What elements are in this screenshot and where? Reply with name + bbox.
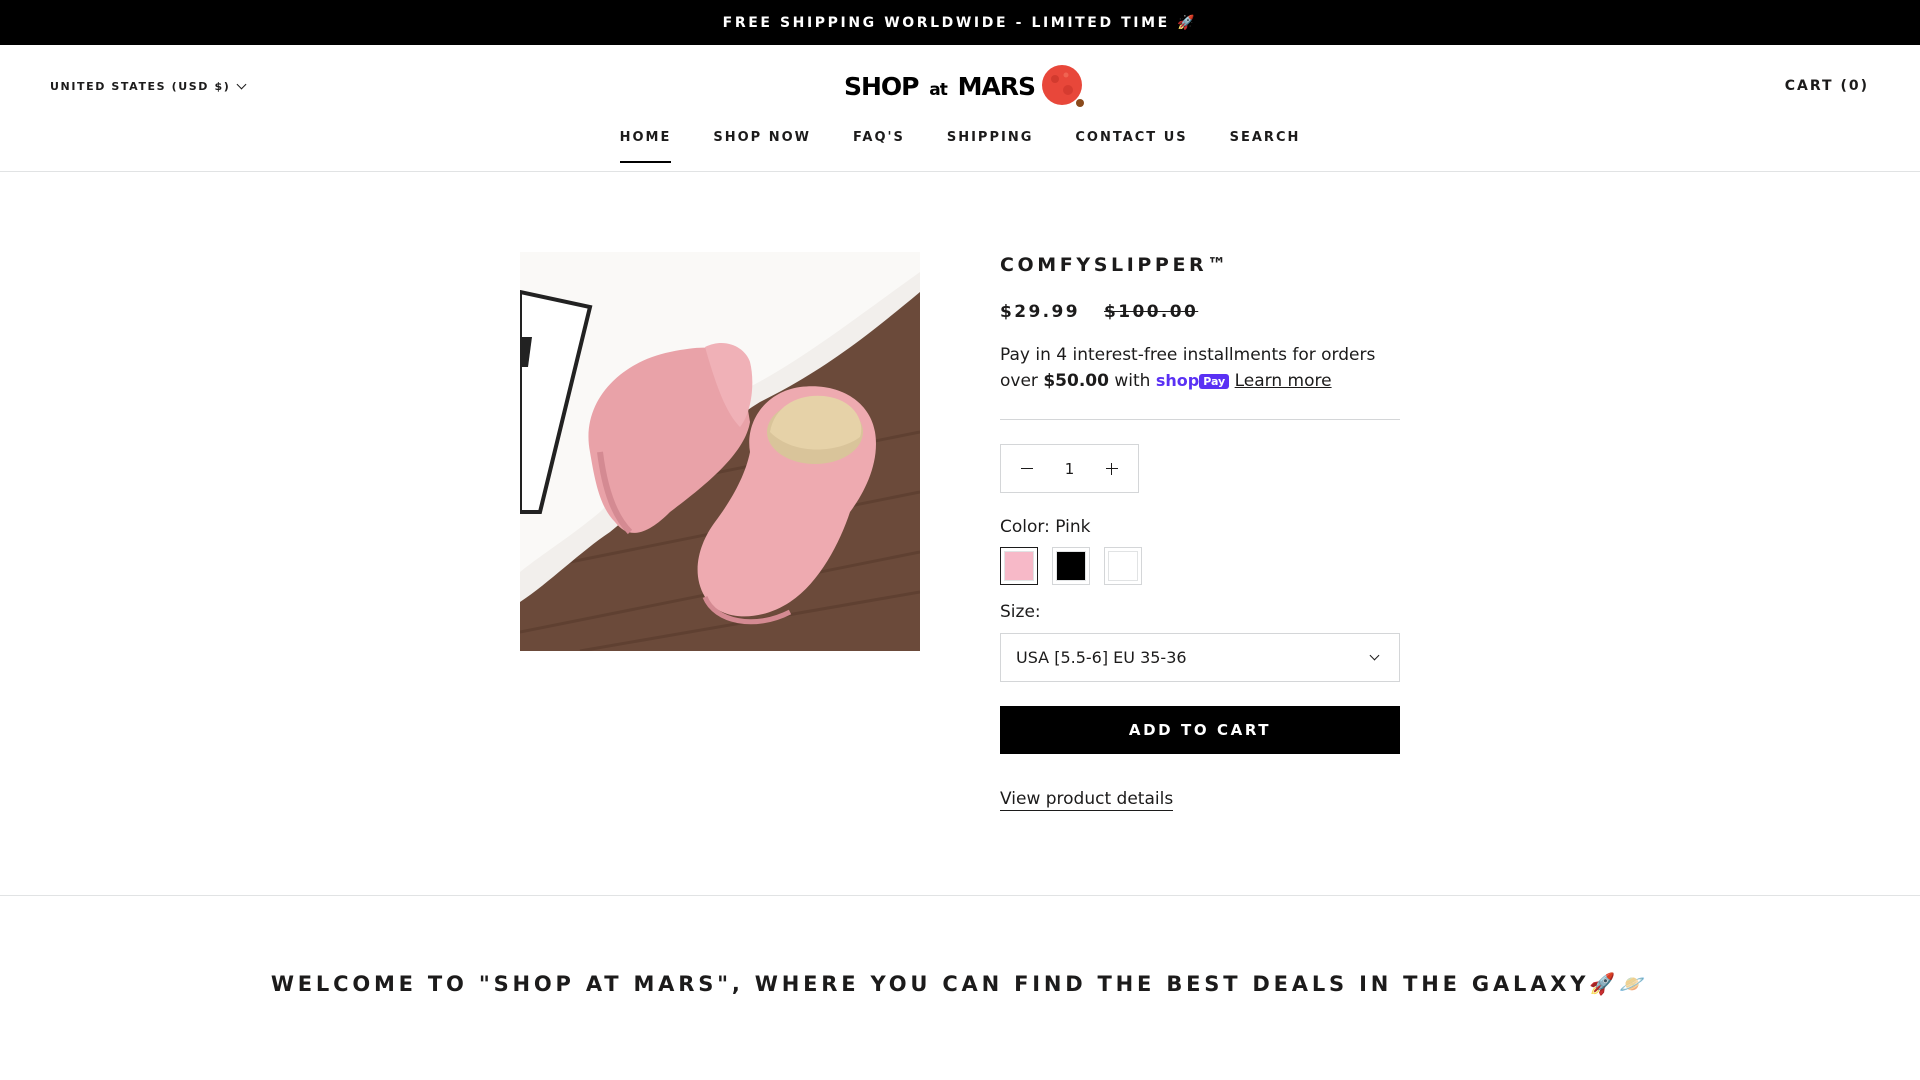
color-swatch-black[interactable] <box>1052 547 1090 585</box>
add-to-cart-button[interactable]: ADD TO CART <box>1000 706 1400 754</box>
cart-link[interactable]: CART (0) <box>1785 78 1869 94</box>
learn-more-link[interactable]: Learn more <box>1235 371 1332 391</box>
nav-item-faqs[interactable]: FAQ'S <box>832 130 926 161</box>
logo-wordmark: SHOP at MARS <box>844 71 1036 101</box>
country-label: UNITED STATES (USD $) <box>50 80 231 93</box>
size-selected-value: USA [5.5-6] EU 35-36 <box>1016 648 1187 667</box>
site-logo[interactable]: SHOP at MARS <box>844 62 1085 110</box>
site-header: UNITED STATES (USD $) SHOP at MARS CART … <box>0 45 1920 172</box>
nav-item-home[interactable]: HOME <box>599 130 693 163</box>
product-image[interactable] <box>520 252 920 651</box>
color-label: Color: Pink <box>1000 517 1091 537</box>
quantity-stepper: 1 <box>1000 444 1139 493</box>
nav-item-search[interactable]: SEARCH <box>1209 130 1322 161</box>
nav-item-contact-us[interactable]: CONTACT US <box>1054 130 1208 161</box>
color-swatch-white[interactable] <box>1104 547 1142 585</box>
announcement-bar: FREE SHIPPING WORLDWIDE - LIMITED TIME 🚀 <box>0 0 1920 45</box>
view-product-details-link[interactable]: View product details <box>1000 789 1174 811</box>
product-title: COMFYSLIPPER™ <box>1000 254 1230 276</box>
nav-item-shipping[interactable]: SHIPPING <box>926 130 1055 161</box>
installments-amount: $50.00 <box>1043 371 1109 391</box>
color-swatches <box>1000 547 1400 585</box>
welcome-heading: WELCOME TO "SHOP AT MARS", WHERE YOU CAN… <box>270 972 1650 996</box>
minus-icon[interactable] <box>1021 467 1033 470</box>
chevron-down-icon <box>1369 650 1380 661</box>
mars-planet-icon <box>1041 64 1085 108</box>
compare-price: $100.00 <box>1104 302 1199 322</box>
size-select[interactable]: USA [5.5-6] EU 35-36 <box>1000 633 1400 682</box>
size-label: Size: <box>1000 602 1041 622</box>
plus-icon[interactable] <box>1105 462 1118 475</box>
nav-item-shop-now[interactable]: SHOP NOW <box>692 130 832 161</box>
chevron-down-icon <box>236 79 247 90</box>
quantity-value[interactable]: 1 <box>1065 460 1075 478</box>
product-price: $29.99 <box>1000 302 1081 322</box>
main-nav: HOME SHOP NOW FAQ'S SHIPPING CONTACT US … <box>0 130 1920 163</box>
installments-message: Pay in 4 interest-free installments for … <box>1000 342 1400 420</box>
color-swatch-pink[interactable] <box>1000 547 1038 585</box>
product-info: COMFYSLIPPER™ $29.99 $100.00 Pay in 4 in… <box>1000 252 1400 811</box>
country-selector[interactable]: UNITED STATES (USD $) <box>50 79 247 93</box>
shoppay-logo: shop Pay <box>1156 371 1230 391</box>
section-divider <box>0 895 1920 896</box>
announcement-text: FREE SHIPPING WORLDWIDE - LIMITED TIME 🚀 <box>722 14 1198 31</box>
price-row: $29.99 $100.00 <box>1000 302 1400 322</box>
